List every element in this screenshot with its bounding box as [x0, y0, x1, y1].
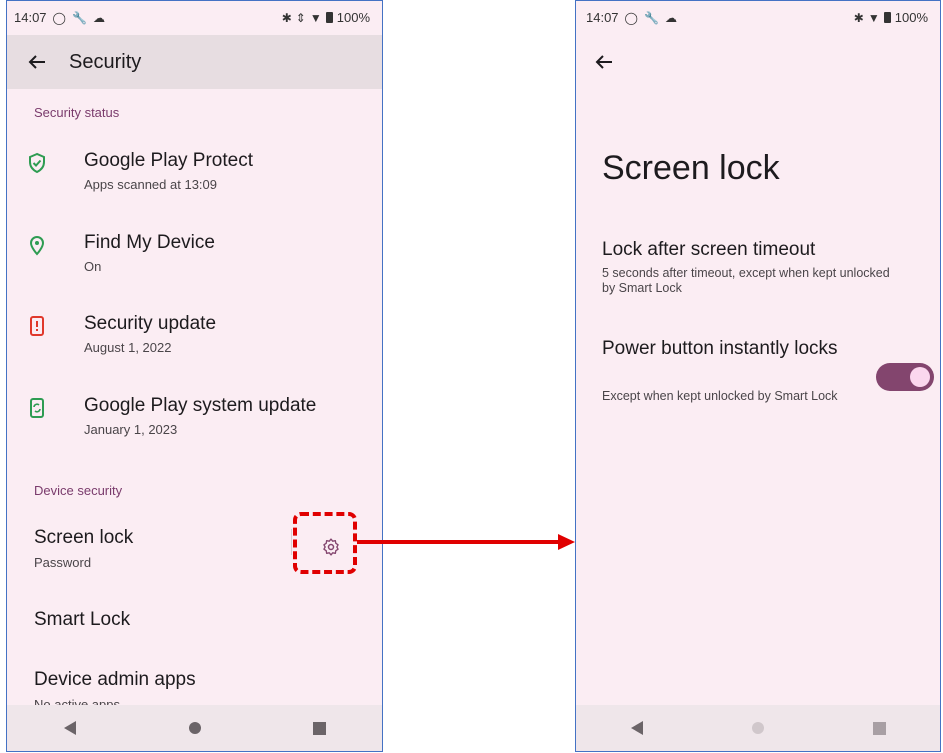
back-arrow-icon	[595, 55, 612, 69]
navigation-bar	[7, 705, 382, 751]
item-title: Google Play system update	[84, 395, 317, 416]
back-button[interactable]	[13, 38, 61, 86]
annotation-highlight-box	[293, 512, 357, 574]
status-bar: 14:07 ◯ 🔧 ☁ ✱ ▼ 100%	[576, 1, 940, 35]
back-button[interactable]	[580, 38, 628, 86]
nav-home-button[interactable]	[738, 708, 778, 748]
list-item-security-update[interactable]: Security update August 1, 2022	[7, 302, 382, 364]
item-title: Find My Device	[84, 232, 215, 253]
location-pin-icon	[29, 236, 45, 256]
item-subtitle: Apps scanned at 13:09	[84, 177, 217, 192]
data-saver-icon: ◯	[52, 10, 66, 25]
security-settings-screen: 14:07 ◯ 🔧 ☁ ✱ ⇕ ▼ 100% Security Security…	[6, 0, 383, 752]
item-subtitle: January 1, 2023	[84, 422, 178, 437]
app-bar: Security	[7, 35, 382, 89]
vibrate-icon: ⇕	[295, 10, 306, 25]
list-item-device-admin-apps[interactable]: Device admin apps No active apps	[7, 659, 382, 712]
status-bar: 14:07 ◯ 🔧 ☁ ✱ ⇕ ▼ 100%	[7, 1, 382, 35]
cloud-icon: ☁	[664, 10, 677, 25]
list-item-find-my-device[interactable]: Find My Device On	[7, 221, 382, 283]
nav-recents-button[interactable]	[300, 708, 340, 748]
section-header-device-security: Device security	[34, 483, 123, 498]
shield-check-icon	[29, 152, 45, 174]
cloud-icon: ☁	[92, 10, 105, 25]
toggle-knob	[910, 367, 930, 387]
circle-home-icon	[188, 722, 201, 734]
annotation-arrow-icon	[357, 534, 575, 550]
wrench-icon: 🔧	[643, 10, 659, 25]
square-recents-icon	[313, 721, 326, 735]
item-subtitle: August 1, 2022	[84, 340, 172, 355]
status-time: 14:07	[586, 10, 619, 25]
list-item-lock-after-timeout[interactable]: Lock after screen timeout 5 seconds afte…	[576, 231, 940, 301]
nav-recents-button[interactable]	[859, 708, 899, 748]
nav-back-button[interactable]	[50, 708, 90, 748]
divider	[291, 529, 292, 555]
nav-home-button[interactable]	[175, 708, 215, 748]
battery-icon	[883, 12, 891, 23]
section-header-security-status: Security status	[34, 105, 120, 120]
battery-percent: 100%	[894, 10, 928, 25]
page-title: Security	[69, 50, 142, 73]
square-recents-icon	[872, 721, 886, 735]
circle-home-icon	[751, 722, 764, 734]
list-item-smart-lock[interactable]: Smart Lock	[7, 597, 382, 647]
back-arrow-icon	[28, 55, 45, 69]
data-saver-icon: ◯	[624, 10, 638, 25]
item-title: Power button instantly locks	[602, 338, 838, 359]
list-item-play-system-update[interactable]: Google Play system update January 1, 202…	[7, 384, 382, 446]
phone-alert-icon	[30, 316, 44, 336]
list-item-google-play-protect[interactable]: Google Play Protect Apps scanned at 13:0…	[7, 139, 382, 201]
triangle-back-icon	[630, 721, 643, 735]
item-title: Security update	[84, 313, 217, 334]
phone-refresh-icon	[30, 398, 44, 418]
battery-icon	[325, 12, 333, 23]
item-title: Device admin apps	[34, 669, 196, 690]
nav-back-button[interactable]	[617, 708, 657, 748]
item-title: Lock after screen timeout	[602, 239, 816, 260]
wrench-icon: 🔧	[71, 10, 87, 25]
status-time: 14:07	[14, 10, 47, 25]
power-button-locks-toggle[interactable]	[876, 363, 934, 391]
wifi-icon: ▼	[867, 10, 880, 25]
item-title: Smart Lock	[34, 609, 131, 630]
item-subtitle: 5 seconds after timeout, except when kep…	[602, 266, 890, 295]
item-subtitle: Password	[34, 555, 92, 570]
item-subtitle: Except when kept unlocked by Smart Lock	[602, 389, 838, 403]
item-title: Google Play Protect	[84, 150, 253, 171]
wifi-icon: ▼	[309, 10, 322, 25]
item-subtitle: On	[84, 259, 102, 274]
item-title: Screen lock	[34, 527, 134, 548]
page-title: Screen lock	[602, 149, 780, 187]
triangle-back-icon	[63, 721, 76, 735]
battery-percent: 100%	[336, 10, 370, 25]
bluetooth-icon: ✱	[281, 10, 292, 25]
app-bar	[576, 35, 940, 89]
navigation-bar	[576, 705, 940, 751]
bluetooth-icon: ✱	[853, 10, 864, 25]
screen-lock-settings-screen: 14:07 ◯ 🔧 ☁ ✱ ▼ 100% Screen lock Lock af…	[575, 0, 941, 752]
